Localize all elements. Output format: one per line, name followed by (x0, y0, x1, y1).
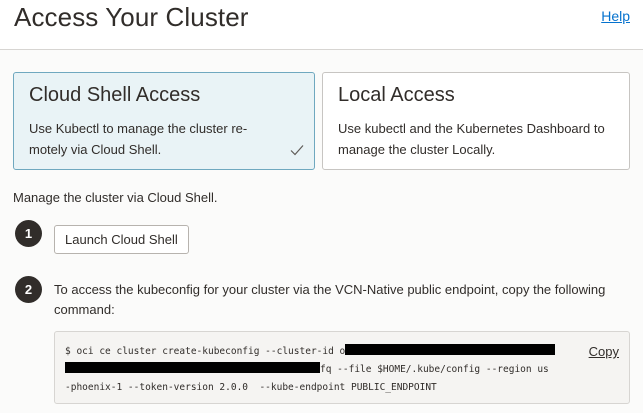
cloud-shell-access-title: Cloud Shell Access (29, 84, 201, 106)
local-access-description: Use kubectl and the Kubernetes Dashboard… (338, 121, 605, 157)
local-access-card[interactable]: Local Access Use kubectl and the Kuberne… (322, 72, 630, 170)
help-link[interactable]: Help (601, 8, 630, 24)
command-line-1: $ oci ce cluster create-kubeconfig --clu… (65, 346, 346, 357)
check-icon (290, 145, 304, 156)
local-access-title: Local Access (338, 84, 455, 106)
step-2-badge: 2 (15, 276, 42, 303)
page-title: Access Your Cluster (14, 2, 249, 32)
copy-command-link[interactable]: Copy (589, 344, 619, 359)
command-line-2: fq --file $HOME/.kube/config --region us (320, 364, 549, 375)
page-header: Access Your Cluster Help (0, 0, 643, 50)
cloud-shell-access-description: Use Kubectl to manage the cluster re-mot… (29, 121, 248, 157)
cloud-shell-access-card[interactable]: Cloud Shell Access Use Kubectl to manage… (13, 72, 315, 170)
launch-cloud-shell-button[interactable]: Launch Cloud Shell (54, 225, 189, 254)
redacted-cluster-id (345, 344, 556, 355)
command-box: $ oci ce cluster create-kubeconfig --clu… (54, 331, 630, 404)
command-line-3: -phoenix-1 --token-version 2.0.0 --kube-… (65, 382, 437, 393)
intro-text: Manage the cluster via Cloud Shell. (13, 190, 218, 205)
step-1-badge: 1 (15, 220, 42, 247)
redacted-cluster-id-continued (65, 362, 320, 373)
kubeconfig-command[interactable]: $ oci ce cluster create-kubeconfig --clu… (65, 343, 575, 397)
step-2-instructions: To access the kubeconfig for your cluste… (54, 282, 606, 317)
